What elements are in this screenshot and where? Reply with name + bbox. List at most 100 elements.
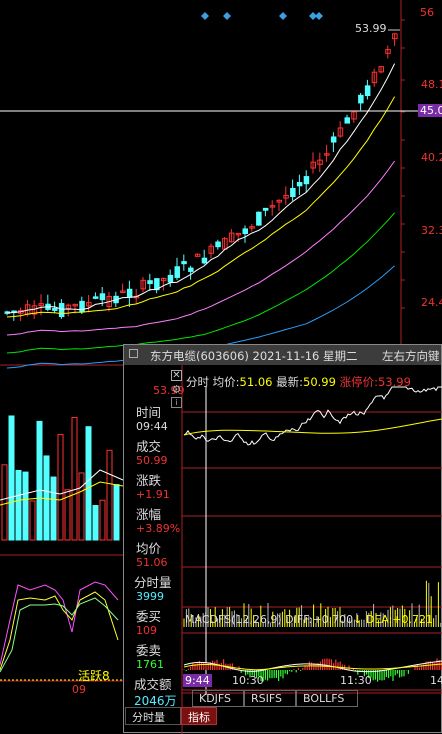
volume-bar [113, 484, 120, 541]
intraday-price-line [183, 386, 442, 446]
y-tick-label: 40.2 [421, 151, 442, 164]
pct-value: +3.89% [136, 522, 181, 535]
candle-body [256, 211, 262, 226]
settings-icon[interactable]: ⚙ [171, 384, 182, 395]
change-value: +1.91 [136, 488, 170, 501]
signal-marker-icon [315, 12, 323, 20]
candle-body [303, 176, 310, 185]
volume-bar [36, 420, 43, 541]
candle-body [188, 267, 194, 272]
candle-body [215, 241, 221, 248]
candle-body [364, 85, 371, 96]
volume-bar [99, 499, 106, 541]
volume-bar [71, 416, 78, 541]
time-label: 时间 [136, 405, 162, 420]
pct-label: 涨幅 [136, 507, 162, 522]
candle-body [167, 274, 174, 283]
popup-title: 东方电缆(603606) 2021-11-16 星期二 [150, 349, 358, 363]
candle-body [52, 307, 58, 311]
indicator-label: 活跃8 [78, 669, 110, 683]
time-axis-start: 9:44 [183, 674, 212, 687]
intraday-header: 分时 均价:51.06 最新:50.99 涨停价:53.99 [186, 374, 411, 390]
candle-body [330, 136, 337, 143]
volume-bar [50, 476, 57, 541]
time-axis-tick: 10:30 [232, 674, 264, 687]
candle-body [296, 182, 303, 187]
candle-body [242, 228, 248, 235]
signal-marker-icon [279, 12, 287, 20]
close-icon[interactable]: ✕ [171, 370, 182, 381]
osc-line [0, 597, 119, 673]
volume-bar [78, 472, 85, 541]
ma5-line [6, 63, 396, 314]
tab-volume[interactable]: 分时量 [125, 707, 181, 725]
candle-body [358, 94, 364, 104]
limit-price-label: 涨停价: [339, 375, 378, 389]
candle-body [99, 293, 106, 301]
volume-bar [15, 469, 22, 541]
amount-label: 成交额 [134, 677, 172, 692]
ma10-line [6, 96, 396, 318]
volume-bar [22, 471, 29, 541]
ask-value: 1761 [136, 658, 164, 671]
arrow-down-icon: ↓ [353, 613, 363, 626]
change-label: 涨跌 [136, 473, 162, 488]
macd-diff-label: DIFF: [285, 613, 313, 626]
candle-body [344, 117, 350, 124]
last-price-label: 最新: [276, 375, 303, 389]
avg-label: 均价 [136, 541, 162, 556]
avg-value: 51.06 [136, 556, 168, 569]
y-tick-label: 48.1 [421, 78, 442, 91]
macd-dea-value: +0.721 [392, 613, 434, 626]
tab-bollfs[interactable]: BOLLFS [296, 690, 358, 707]
candle-body [201, 257, 208, 264]
candle-body [58, 303, 65, 318]
candle-body [262, 207, 269, 211]
deal-value: 50.99 [136, 454, 168, 467]
candle-body [181, 261, 187, 265]
macd-header: MACDFS(12,26,9) DIFF:+0.700↓ DEA:+0.721 [185, 613, 433, 626]
osc-line [0, 591, 119, 671]
time-axis-tick: 11:30 [340, 674, 372, 687]
bid-label: 委买 [136, 609, 162, 624]
candle-body [174, 266, 180, 278]
candle-body [126, 288, 133, 298]
volume-value: 3999 [136, 590, 164, 603]
avg-price-label: 均价: [212, 375, 240, 389]
mode-label: 分时 [186, 375, 209, 389]
macd-dea-label: DEA: [365, 613, 393, 626]
info-icon[interactable]: i [171, 397, 182, 408]
window-icon [129, 349, 138, 358]
volume-bar [8, 415, 15, 541]
candle-body [92, 296, 99, 299]
date-label: 09 [72, 683, 86, 696]
candle-body [79, 300, 85, 313]
volume-bar [29, 500, 36, 541]
right-edge-label: 56 [420, 6, 434, 19]
volume-bar [85, 426, 92, 541]
candle-body [147, 280, 153, 285]
price-max-label: 53.99 [355, 22, 387, 35]
deal-label: 成交 [136, 439, 162, 454]
y-tick-label: 32.3 [421, 224, 442, 237]
popup-title-bar[interactable]: 东方电缆(603606) 2021-11-16 星期二 左右方向键 [124, 345, 441, 365]
tab-rsifs[interactable]: RSIFS [244, 690, 296, 707]
ask-label: 委卖 [136, 643, 162, 658]
last-price-value: 50.99 [303, 375, 336, 389]
tab-indicator[interactable]: 指标 [181, 707, 217, 725]
ma30-line [6, 212, 395, 354]
volume-bar [1, 464, 8, 541]
volume-bar [57, 433, 64, 541]
intraday-popup[interactable]: 东方电缆(603606) 2021-11-16 星期二 左右方向键 分时 均价:… [123, 344, 442, 734]
indicator-tab-bar: KDJFS RSIFS BOLLFS [182, 690, 442, 707]
limit-price-value: 53.99 [377, 375, 411, 389]
candle-body [290, 187, 296, 198]
volume-label: 分时量 [134, 575, 172, 590]
time-value: 09:44 [136, 420, 168, 433]
bid-value: 109 [136, 624, 157, 637]
signal-marker-icon [201, 12, 209, 20]
tab-kdjfs[interactable]: KDJFS [192, 690, 244, 707]
popup-hint: 左右方向键 [382, 349, 440, 363]
macd-name: MACDFS(12,26,9) [185, 613, 282, 626]
volume-bar [92, 505, 99, 541]
